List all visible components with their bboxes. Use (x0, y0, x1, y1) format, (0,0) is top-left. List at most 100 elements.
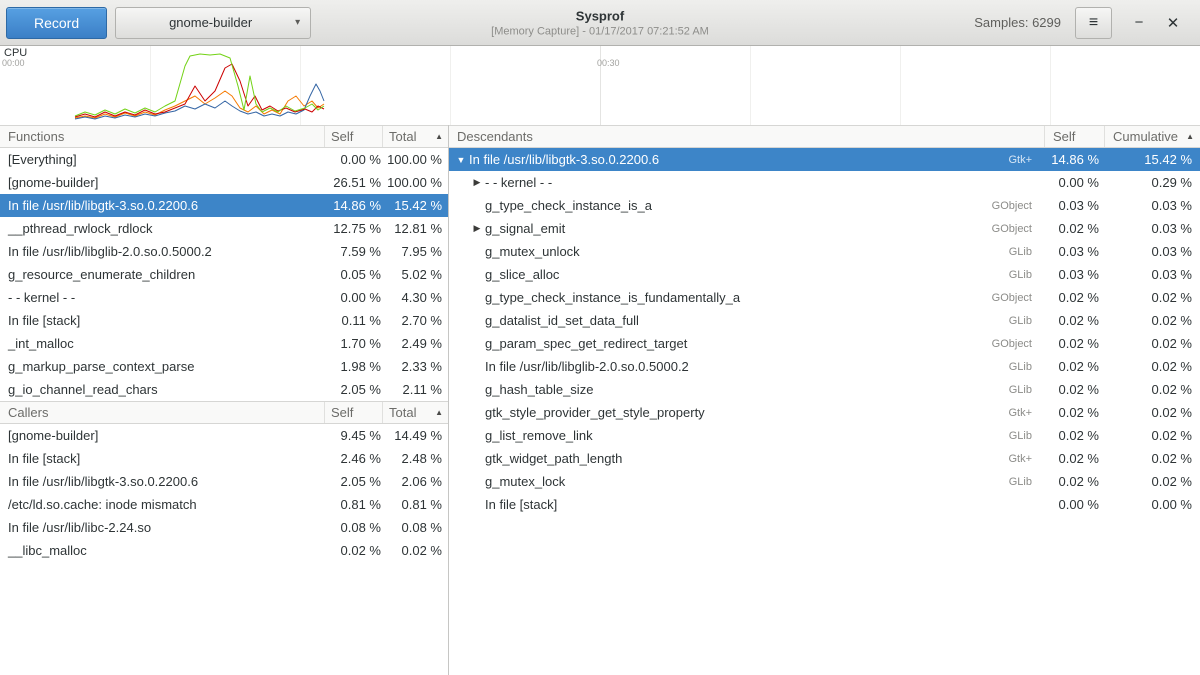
self-percent: 0.08 % (324, 520, 386, 535)
function-name: [gnome-builder] (0, 428, 324, 443)
library-badge: GLib (1009, 315, 1044, 327)
headerbar: Record gnome-builder ▾ Sysprof [Memory C… (0, 0, 1200, 46)
table-row[interactable]: In file [stack]0.11 %2.70 % (0, 309, 448, 332)
cumulative-percent: 0.00 % (1104, 497, 1200, 512)
hamburger-icon: ≡ (1089, 14, 1098, 32)
process-selector[interactable]: gnome-builder ▾ (115, 7, 311, 39)
cumulative-percent: 0.02 % (1104, 474, 1200, 489)
tree-row[interactable]: gtk_widget_path_lengthGtk+0.02 %0.02 % (449, 447, 1200, 470)
table-row[interactable]: In file /usr/lib/libglib-2.0.so.0.5000.2… (0, 240, 448, 263)
cumulative-percent: 0.02 % (1104, 405, 1200, 420)
functions-column-header[interactable]: Functions (0, 126, 324, 147)
self-column-header[interactable]: Self (324, 126, 382, 147)
self-percent: 0.00 % (324, 290, 386, 305)
function-name: In file /usr/lib/libglib-2.0.so.0.5000.2 (0, 244, 324, 259)
tree-row[interactable]: ▼In file /usr/lib/libgtk-3.so.0.2200.6Gt… (449, 148, 1200, 171)
function-name: g_markup_parse_context_parse (0, 359, 324, 374)
sort-arrow-icon: ▲ (435, 132, 443, 141)
tree-row[interactable]: g_slice_allocGLib0.03 %0.03 % (449, 263, 1200, 286)
table-row[interactable]: In file /usr/lib/libc-2.24.so0.08 %0.08 … (0, 516, 448, 539)
library-badge: GLib (1009, 361, 1044, 373)
self-percent: 12.75 % (324, 221, 386, 236)
minimize-button[interactable]: − (1126, 14, 1152, 31)
table-row[interactable]: - - kernel - -0.00 %4.30 % (0, 286, 448, 309)
total-column-header[interactable]: Total ▲ (382, 402, 448, 423)
tree-row[interactable]: g_list_remove_linkGLib0.02 %0.02 % (449, 424, 1200, 447)
table-row[interactable]: __libc_malloc0.02 %0.02 % (0, 539, 448, 562)
self-percent: 0.02 % (324, 543, 386, 558)
cumulative-percent: 0.02 % (1104, 451, 1200, 466)
tree-row[interactable]: g_mutex_unlockGLib0.03 %0.03 % (449, 240, 1200, 263)
tree-row[interactable]: gtk_style_provider_get_style_propertyGtk… (449, 401, 1200, 424)
tree-row[interactable]: g_hash_table_sizeGLib0.02 %0.02 % (449, 378, 1200, 401)
function-name: - - kernel - - (0, 290, 324, 305)
cumulative-percent: 0.02 % (1104, 382, 1200, 397)
total-percent: 0.81 % (386, 497, 448, 512)
tree-row[interactable]: g_datalist_id_set_data_fullGLib0.02 %0.0… (449, 309, 1200, 332)
tree-row[interactable]: In file [stack]0.00 %0.00 % (449, 493, 1200, 516)
self-column-header[interactable]: Self (1044, 126, 1104, 147)
table-row[interactable]: /etc/ld.so.cache: inode mismatch0.81 %0.… (0, 493, 448, 516)
table-row[interactable]: g_markup_parse_context_parse1.98 %2.33 % (0, 355, 448, 378)
library-badge: GObject (992, 223, 1044, 235)
cpu-orange (75, 91, 324, 118)
library-badge: GObject (992, 200, 1044, 212)
close-button[interactable]: ✕ (1160, 14, 1186, 32)
expander-icon[interactable]: ▶ (469, 223, 485, 234)
cumulative-column-label: Cumulative (1113, 129, 1178, 144)
total-percent: 0.08 % (386, 520, 448, 535)
tree-row[interactable]: ▶g_signal_emitGObject0.02 %0.03 % (449, 217, 1200, 240)
cumulative-percent: 0.02 % (1104, 313, 1200, 328)
library-badge: Gtk+ (1008, 154, 1044, 166)
total-percent: 15.42 % (386, 198, 448, 213)
self-percent: 0.03 % (1044, 267, 1104, 282)
tree-row[interactable]: g_type_check_instance_is_aGObject0.03 %0… (449, 194, 1200, 217)
descendants-tree: ▼In file /usr/lib/libgtk-3.so.0.2200.6Gt… (449, 148, 1200, 516)
self-percent: 9.45 % (324, 428, 386, 443)
cumulative-column-header[interactable]: Cumulative ▲ (1104, 126, 1200, 147)
callers-column-header[interactable]: Callers (0, 402, 324, 423)
table-row[interactable]: [gnome-builder]9.45 %14.49 % (0, 424, 448, 447)
cpu-graph[interactable]: CPU 00:00 00:30 (0, 46, 1200, 125)
table-row[interactable]: g_resource_enumerate_children0.05 %5.02 … (0, 263, 448, 286)
total-column-header[interactable]: Total ▲ (382, 126, 448, 147)
tree-row[interactable]: ▶- - kernel - -0.00 %0.29 % (449, 171, 1200, 194)
record-button[interactable]: Record (6, 7, 107, 39)
total-percent: 12.81 % (386, 221, 448, 236)
headerbar-right: Samples: 6299 ≡ − ✕ (974, 7, 1194, 39)
table-row[interactable]: [Everything]0.00 %100.00 % (0, 148, 448, 171)
table-row[interactable]: [gnome-builder]26.51 %100.00 % (0, 171, 448, 194)
function-name: In file /usr/lib/libgtk-3.so.0.2200.6 (469, 152, 1008, 167)
total-percent: 4.30 % (386, 290, 448, 305)
table-row[interactable]: In file [stack]2.46 %2.48 % (0, 447, 448, 470)
self-percent: 0.02 % (1044, 474, 1104, 489)
function-name: - - kernel - - (485, 175, 1044, 190)
self-percent: 0.02 % (1044, 313, 1104, 328)
tree-row[interactable]: g_type_check_instance_is_fundamentally_a… (449, 286, 1200, 309)
function-name: g_mutex_unlock (485, 244, 1009, 259)
app-title: Sysprof (491, 8, 709, 23)
total-percent: 2.49 % (386, 336, 448, 351)
tree-row[interactable]: g_param_spec_get_redirect_targetGObject0… (449, 332, 1200, 355)
function-name: g_slice_alloc (485, 267, 1009, 282)
function-name: _int_malloc (0, 336, 324, 351)
table-row[interactable]: In file /usr/lib/libgtk-3.so.0.2200.62.0… (0, 470, 448, 493)
self-column-header[interactable]: Self (324, 402, 382, 423)
function-name: In file [stack] (0, 313, 324, 328)
menu-button[interactable]: ≡ (1075, 7, 1112, 39)
self-percent: 2.05 % (324, 474, 386, 489)
total-percent: 0.02 % (386, 543, 448, 558)
table-row[interactable]: In file /usr/lib/libgtk-3.so.0.2200.614.… (0, 194, 448, 217)
descendants-column-header[interactable]: Descendants (449, 126, 1044, 147)
expander-icon[interactable]: ▼ (453, 155, 469, 165)
tree-row[interactable]: g_mutex_lockGLib0.02 %0.02 % (449, 470, 1200, 493)
table-row[interactable]: _int_malloc1.70 %2.49 % (0, 332, 448, 355)
expander-icon[interactable]: ▶ (469, 177, 485, 188)
cumulative-percent: 0.03 % (1104, 198, 1200, 213)
self-percent: 1.70 % (324, 336, 386, 351)
table-row[interactable]: __pthread_rwlock_rdlock12.75 %12.81 % (0, 217, 448, 240)
table-row[interactable]: g_io_channel_read_chars2.05 %2.11 % (0, 378, 448, 401)
function-name: __libc_malloc (0, 543, 324, 558)
sort-arrow-icon: ▲ (1186, 132, 1194, 141)
tree-row[interactable]: In file /usr/lib/libglib-2.0.so.0.5000.2… (449, 355, 1200, 378)
